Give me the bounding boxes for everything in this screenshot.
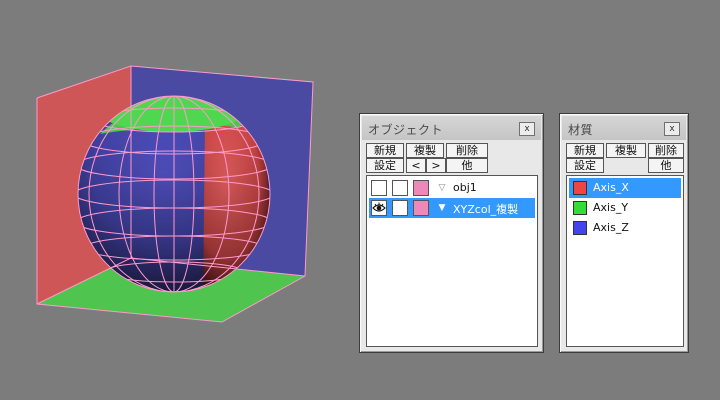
material-panel-close-button[interactable]: x <box>664 122 680 136</box>
object-next-button[interactable]: > <box>426 158 446 173</box>
close-icon: x <box>524 124 530 134</box>
object-panel: オブジェクト x 新規 複製 削除 設定 < > 他 ▽ obj1 ▼ XYZc… <box>359 113 544 353</box>
material-name: Axis_Y <box>593 201 629 214</box>
material-settings-button[interactable]: 設定 <box>566 158 604 173</box>
object-name: obj1 <box>453 181 477 194</box>
eye-icon <box>372 202 386 212</box>
object-color-swatch[interactable] <box>413 200 429 216</box>
object-other-button[interactable]: 他 <box>446 158 488 173</box>
lock-toggle[interactable] <box>392 200 408 216</box>
material-list[interactable]: Axis_X Axis_Y Axis_Z <box>566 175 684 347</box>
material-new-button[interactable]: 新規 <box>566 143 604 158</box>
close-icon: x <box>669 124 675 134</box>
material-item-axis-x[interactable]: Axis_X <box>569 178 681 198</box>
material-color-swatch <box>573 221 587 235</box>
material-panel: 材質 x 新規 複製 削除 設定 他 Axis_X Axis_Y Axis_Z <box>559 113 689 353</box>
material-color-swatch <box>573 201 587 215</box>
material-color-swatch <box>573 181 587 195</box>
object-row-xyzcol-copy[interactable]: ▼ XYZcol_複製 <box>369 198 535 218</box>
object-color-swatch[interactable] <box>413 180 429 196</box>
object-settings-button[interactable]: 設定 <box>366 158 404 173</box>
object-panel-titlebar[interactable]: オブジェクト x <box>362 116 541 140</box>
collapse-triangle-icon[interactable]: ▼ <box>437 203 447 213</box>
object-list[interactable]: ▽ obj1 ▼ XYZcol_複製 <box>366 175 538 347</box>
3d-viewport[interactable] <box>0 0 355 400</box>
object-panel-close-button[interactable]: x <box>519 122 535 136</box>
object-copy-button[interactable]: 複製 <box>406 143 444 158</box>
lock-toggle[interactable] <box>392 180 408 196</box>
material-item-axis-z[interactable]: Axis_Z <box>569 218 681 238</box>
material-panel-titlebar[interactable]: 材質 x <box>562 116 686 140</box>
material-item-axis-y[interactable]: Axis_Y <box>569 198 681 218</box>
object-delete-button[interactable]: 削除 <box>446 143 488 158</box>
object-panel-title: オブジェクト <box>368 123 444 137</box>
visibility-toggle[interactable] <box>371 180 387 196</box>
expand-triangle-icon[interactable]: ▽ <box>437 183 447 193</box>
material-name: Axis_X <box>593 181 629 194</box>
material-delete-button[interactable]: 削除 <box>648 143 684 158</box>
material-copy-button[interactable]: 複製 <box>606 143 646 158</box>
material-name: Axis_Z <box>593 221 629 234</box>
object-name: XYZcol_複製 <box>453 203 519 216</box>
object-new-button[interactable]: 新規 <box>366 143 404 158</box>
material-other-button[interactable]: 他 <box>648 158 684 173</box>
material-panel-title: 材質 <box>568 123 594 137</box>
object-prev-button[interactable]: < <box>406 158 426 173</box>
visibility-toggle[interactable] <box>371 200 387 216</box>
object-row-obj1[interactable]: ▽ obj1 <box>369 178 535 198</box>
